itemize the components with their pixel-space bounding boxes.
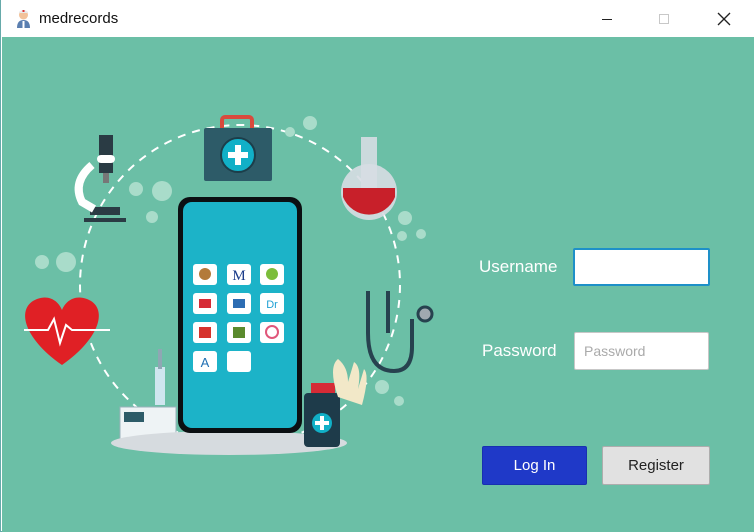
maximize-icon bbox=[659, 13, 669, 24]
flask-icon bbox=[341, 137, 397, 220]
doctor-avatar-icon bbox=[17, 10, 30, 28]
password-label: Password bbox=[482, 341, 557, 360]
login-button[interactable]: Log In bbox=[482, 446, 587, 485]
minimize-icon bbox=[602, 18, 612, 20]
phone-app-label: M bbox=[232, 268, 245, 284]
window-title: medrecords bbox=[39, 10, 119, 27]
stethoscope-icon bbox=[366, 291, 434, 374]
close-button[interactable] bbox=[701, 0, 747, 37]
title-bar[interactable]: medrecords bbox=[1, 0, 754, 37]
microscope-icon bbox=[74, 135, 126, 222]
close-icon bbox=[717, 12, 731, 25]
app-window: medrecords M Dr A Username Password Log … bbox=[0, 0, 754, 532]
username-label: Username bbox=[479, 257, 558, 276]
medical-illustration: M Dr A bbox=[24, 115, 434, 455]
register-button[interactable]: Register bbox=[602, 446, 710, 485]
username-input[interactable] bbox=[573, 248, 710, 286]
phone-app-label: A bbox=[201, 355, 210, 370]
syringe-icon bbox=[119, 349, 177, 444]
main-content: M Dr A Username Password Log In Register bbox=[2, 37, 754, 532]
maximize-button[interactable] bbox=[641, 0, 687, 37]
medicine-bottle-icon bbox=[304, 383, 340, 447]
heart-pulse-icon bbox=[24, 297, 110, 365]
smartphone-icon: M Dr A bbox=[178, 197, 302, 433]
phone-app-label: Dr bbox=[266, 299, 278, 311]
password-input[interactable] bbox=[574, 332, 709, 370]
minimize-button[interactable] bbox=[584, 0, 630, 37]
